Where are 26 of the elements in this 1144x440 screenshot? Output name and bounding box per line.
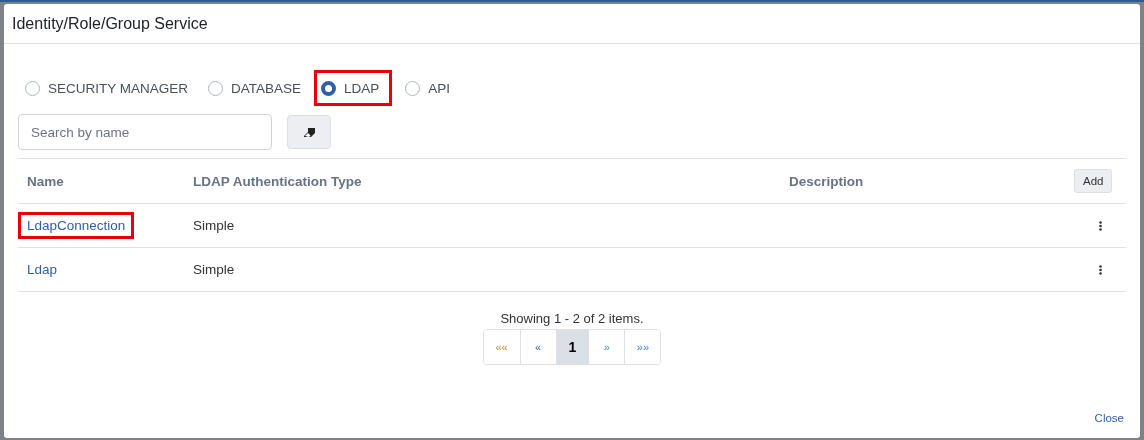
clear-button[interactable] <box>287 115 331 149</box>
radio-icon <box>25 80 40 96</box>
name-link[interactable]: Ldap <box>18 256 67 283</box>
dialog-title: Identity/Role/Group Service <box>12 14 208 33</box>
name-link[interactable]: LdapConnection <box>18 212 135 239</box>
table-cell: Simple <box>193 218 235 233</box>
radio-icon <box>208 80 224 96</box>
add-button[interactable]: Add <box>1074 169 1113 193</box>
page-button[interactable]: 1 <box>555 330 589 364</box>
radio-option[interactable]: DATABASE <box>201 70 315 106</box>
kebab-icon <box>1099 264 1102 275</box>
column-header: LDAP Authentication Type <box>193 173 362 189</box>
highlighted-radio-option[interactable]: LDAP <box>314 70 393 106</box>
eraser-icon <box>303 127 315 137</box>
column-header: Description <box>789 173 864 189</box>
close-link[interactable]: Close <box>1094 412 1124 424</box>
pagination-summary: Showing 1 - 2 of 2 items. <box>500 311 644 326</box>
search-field[interactable]: Search by name <box>18 114 272 150</box>
radio-option[interactable]: API <box>398 70 464 106</box>
page-button[interactable]: »» <box>624 330 661 364</box>
radio-option[interactable]: SECURITY MANAGER <box>18 70 202 106</box>
radio-icon <box>405 80 421 96</box>
column-header: Name <box>27 173 64 189</box>
kebab-icon <box>1099 220 1102 231</box>
radio-icon <box>321 80 337 96</box>
table-cell: Simple <box>193 262 235 277</box>
